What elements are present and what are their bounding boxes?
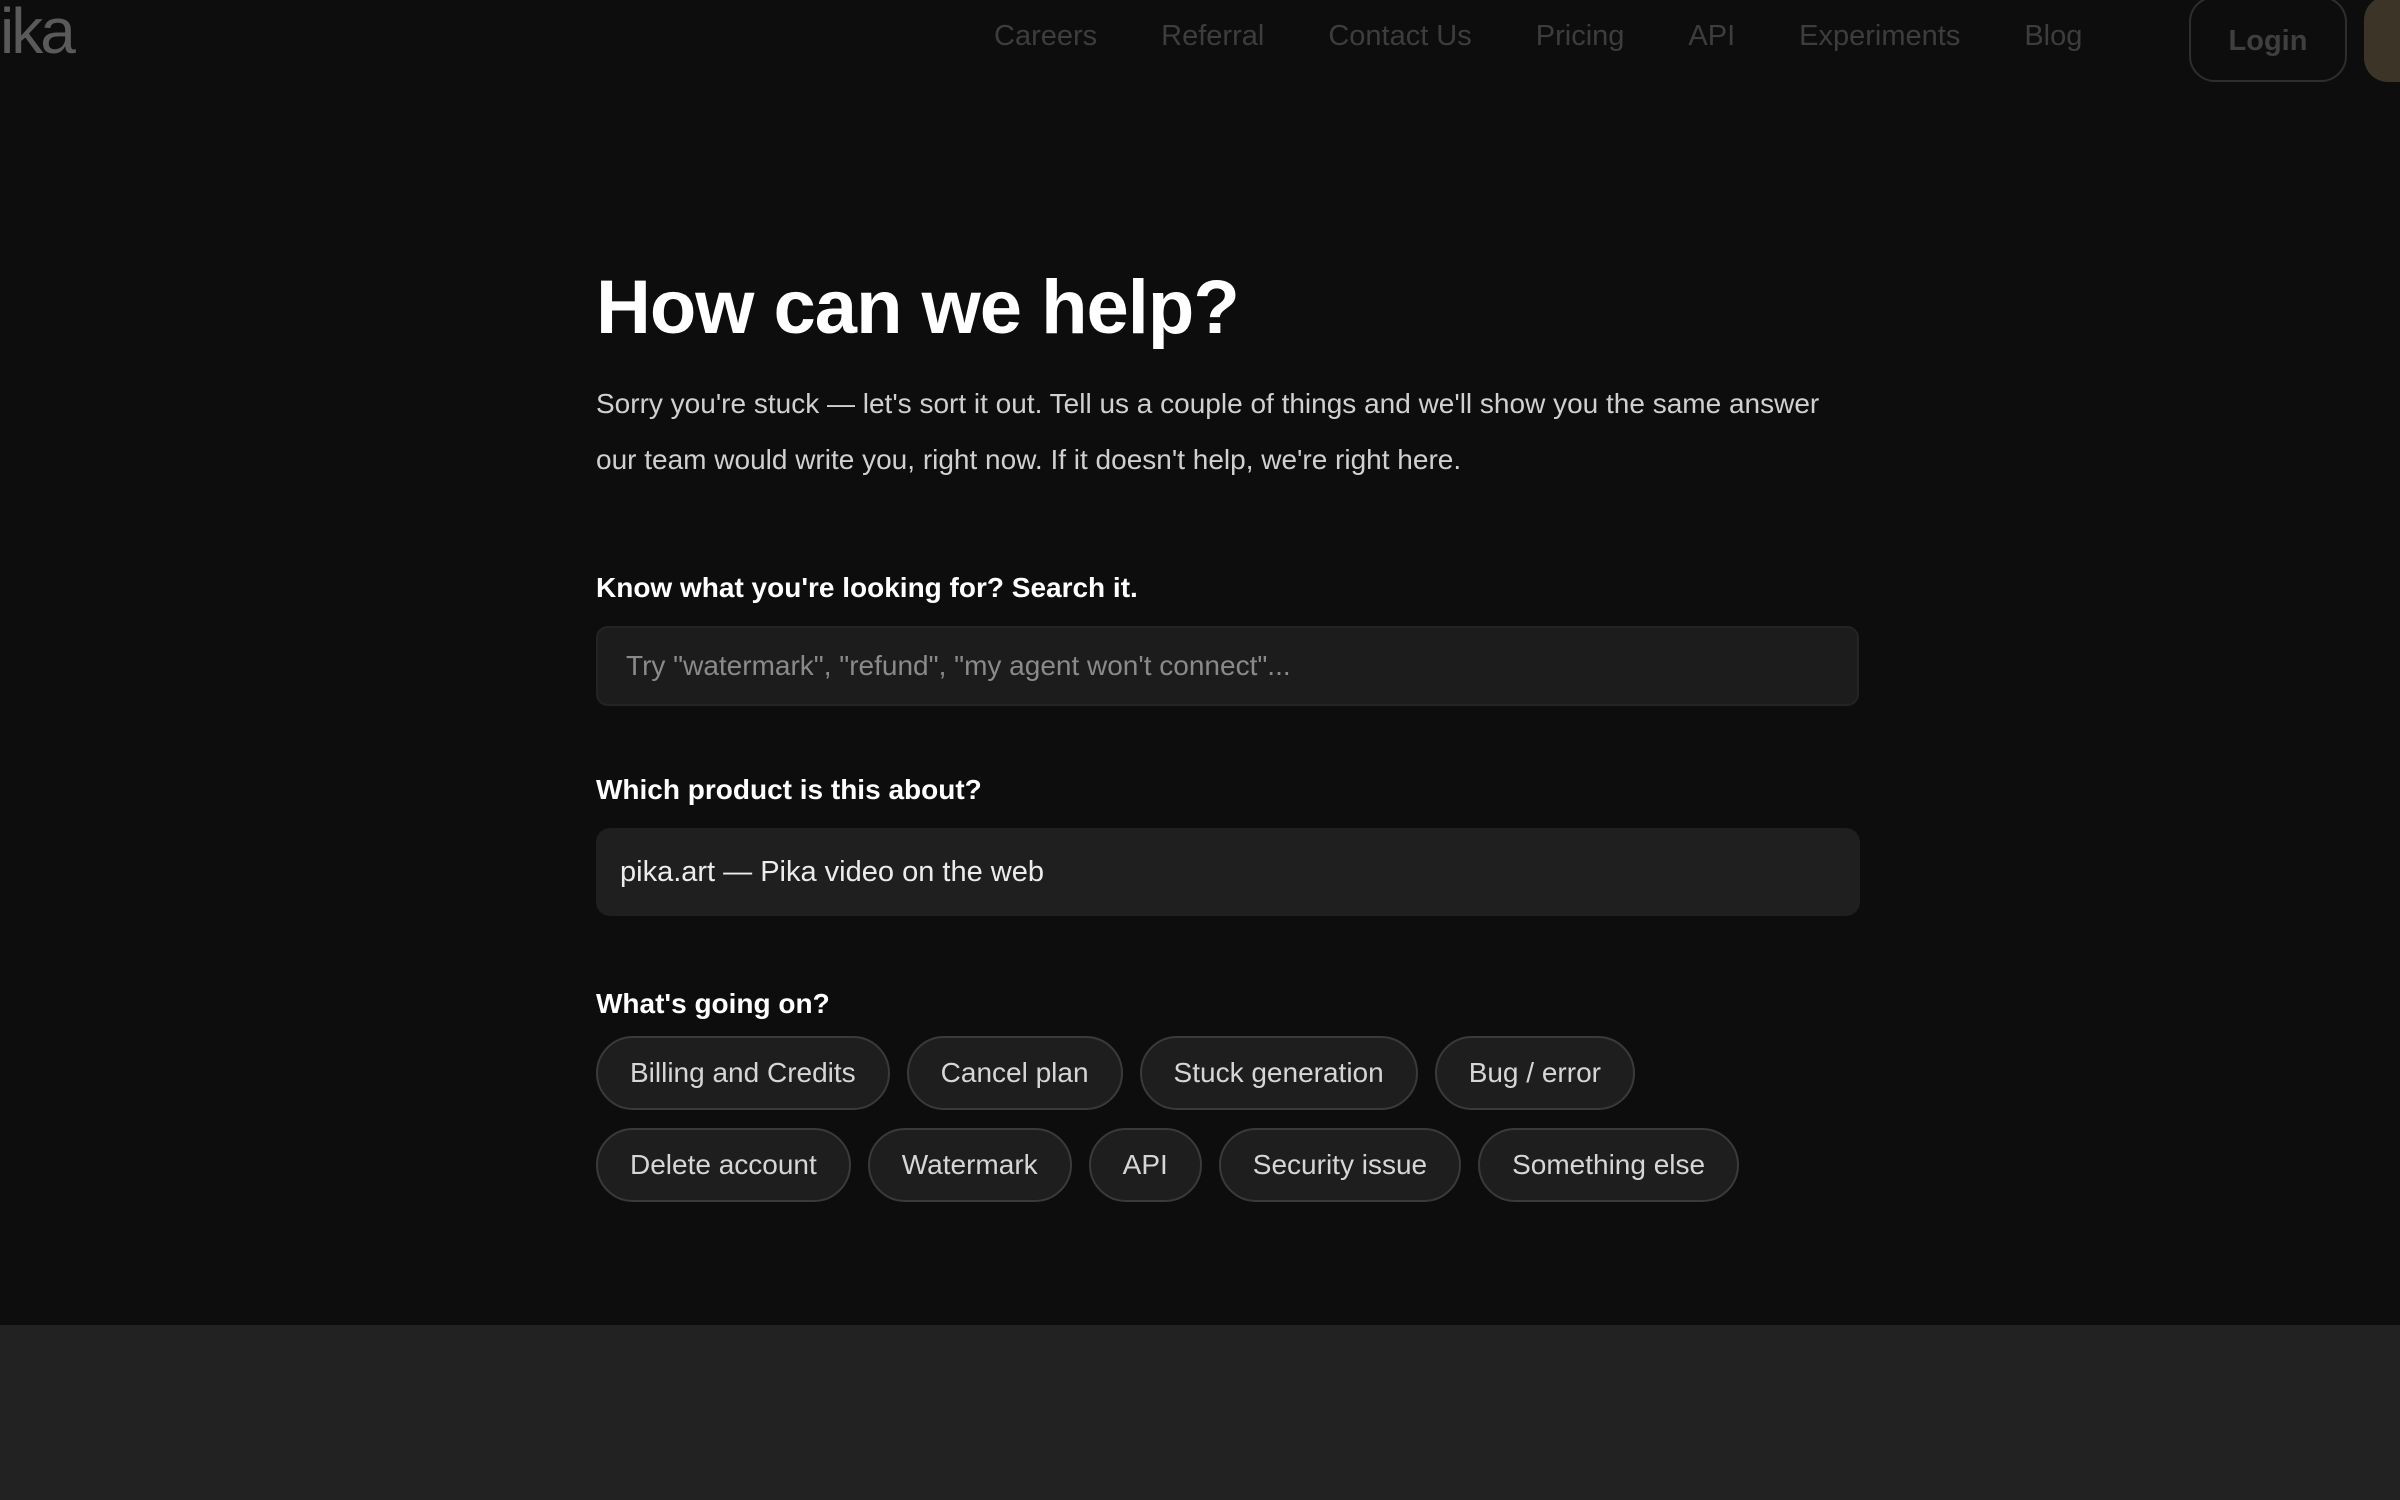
nav-link-contact-us[interactable]: Contact Us — [1328, 20, 1471, 53]
nav-link-careers[interactable]: Careers — [994, 20, 1097, 53]
nav-link-experiments[interactable]: Experiments — [1799, 20, 1960, 53]
signup-button[interactable] — [2364, 0, 2400, 82]
nav-link-referral[interactable]: Referral — [1161, 20, 1264, 53]
issue-label: What's going on? — [596, 988, 830, 1019]
chip-delete-account[interactable]: Delete account — [596, 1128, 851, 1202]
login-button[interactable]: Login — [2189, 0, 2347, 82]
search-input[interactable] — [596, 626, 1859, 706]
chip-bug-error[interactable]: Bug / error — [1434, 1036, 1635, 1110]
nav-link-blog[interactable]: Blog — [2024, 20, 2082, 53]
chip-something-else[interactable]: Something else — [1478, 1128, 1740, 1202]
logo[interactable]: ika — [0, 0, 76, 63]
help-page: ika Careers Referral Contact Us Pricing … — [0, 0, 2400, 1500]
chip-billing-and-credits[interactable]: Billing and Credits — [596, 1036, 890, 1110]
page-title: How can we help? — [596, 265, 1240, 350]
chip-watermark[interactable]: Watermark — [867, 1128, 1072, 1202]
nav-link-pricing[interactable]: Pricing — [1536, 20, 1625, 53]
chip-api[interactable]: API — [1088, 1128, 1202, 1202]
chip-cancel-plan[interactable]: Cancel plan — [906, 1036, 1123, 1110]
chip-stuck-generation[interactable]: Stuck generation — [1139, 1036, 1418, 1110]
chip-security-issue[interactable]: Security issue — [1218, 1128, 1462, 1202]
product-label: Which product is this about? — [596, 774, 982, 805]
product-select-value: pika.art — Pika video on the web — [620, 855, 1044, 888]
nav-links: Careers Referral Contact Us Pricing API … — [994, 14, 2082, 58]
top-nav: ika Careers Referral Contact Us Pricing … — [0, 0, 2400, 82]
help-main: How can we help? Sorry you're stuck — le… — [596, 260, 1860, 1220]
nav-link-api[interactable]: API — [1688, 20, 1735, 53]
page-subtitle: Sorry you're stuck — let's sort it out. … — [596, 388, 1820, 475]
product-select[interactable]: pika.art — Pika video on the web — [596, 828, 1860, 916]
footer-band — [0, 1325, 2400, 1500]
issue-options: Billing and Credits Cancel plan Stuck ge… — [596, 1036, 1860, 1220]
search-label: Know what you're looking for? Search it. — [596, 572, 1138, 603]
